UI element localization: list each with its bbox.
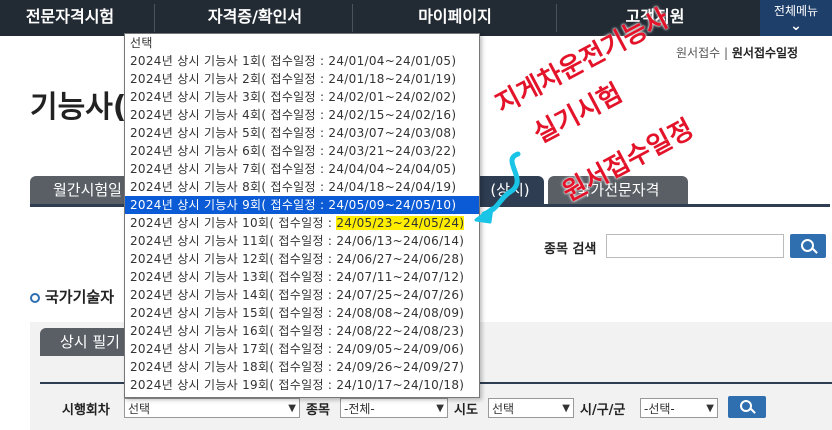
dropdown-option-text: 2024년 상시 기능사 14회( 접수일정 : 24/07/25~24/07/… [130,288,465,302]
nav-professional-exam[interactable]: 전문자격시험 [0,0,140,36]
page-title: 기능사( [30,90,127,125]
nav-divider [352,4,353,32]
chevron-down-icon: ▼ [288,403,296,414]
dropdown-option-text: 2024년 상시 기능사 1회( 접수일정 : 24/01/04~24/01/0… [130,54,457,68]
dropdown-option[interactable]: 2024년 상시 기능사 9회( 접수일정 : 24/05/09~24/05/1… [125,196,479,214]
dropdown-option-text: 2024년 상시 기능사 17회( 접수일정 : 24/09/05~24/09/… [130,342,465,356]
nav-certificate[interactable]: 자격증/확인서 [180,0,330,36]
province-select[interactable]: 선택 ▼ [488,398,574,418]
dropdown-option[interactable]: 2024년 상시 기능사 11회( 접수일정 : 24/06/13~24/06/… [125,232,479,250]
search-icon-handle [750,408,756,414]
all-menu-button[interactable]: 전체메뉴 ⌄ [760,0,832,36]
breadcrumb: 원서접수 | 원서접수일정 [676,44,798,61]
section-title-text: 국가기술자 [45,288,115,306]
breadcrumb-prev[interactable]: 원서접수 [676,46,720,60]
dropdown-option-text: 2024년 상시 기능사 12회( 접수일정 : 24/06/27~24/06/… [130,252,465,266]
nav-divider [556,4,557,32]
field-label: 종목 [306,403,330,418]
dropdown-option[interactable]: 선택 [125,34,479,52]
top-nav: 전문자격시험 자격증/확인서 마이페이지 고객지원 전체메뉴 ⌄ [0,0,832,36]
dropdown-option-text: 2024년 상시 기능사 19회( 접수일정 : 24/10/17~24/10/… [130,378,465,392]
dropdown-option[interactable]: 2024년 상시 기능사 4회( 접수일정 : 24/02/15~24/02/1… [125,106,479,124]
dropdown-option-text: 2024년 상시 기능사 13회( 접수일정 : 24/07/11~24/07/… [130,270,465,284]
filter-search-button[interactable] [728,396,766,418]
all-menu-label: 전체메뉴 [773,4,819,18]
dropdown-option[interactable]: 2024년 상시 기능사 15회( 접수일정 : 24/08/08~24/08/… [125,304,479,322]
dropdown-option[interactable]: 2024년 상시 기능사 2회( 접수일정 : 24/01/18~24/01/1… [125,70,479,88]
section-title: 국가기술자 [30,286,114,307]
breadcrumb-separator: | [724,46,732,60]
dropdown-option-text: 2024년 상시 기능사 8회( 접수일정 : 24/04/18~24/04/1… [130,180,457,194]
round-select[interactable]: 선택 ▼ [124,398,300,418]
dropdown-option-text: 2024년 상시 기능사 4회( 접수일정 : 24/02/15~24/02/1… [130,108,457,122]
search-icon-handle [812,248,818,254]
dropdown-option[interactable]: 2024년 상시 기능사 17회( 접수일정 : 24/09/05~24/09/… [125,340,479,358]
dropdown-option-text: 2024년 상시 기능사 2회( 접수일정 : 24/01/18~24/01/1… [130,72,457,86]
dropdown-option-text: 2024년 상시 기능사 9회( 접수일정 : 24/05/09~24/05/1… [130,198,457,212]
dropdown-option-text: 2024년 상시 기능사 5회( 접수일정 : 24/03/07~24/03/0… [130,126,457,140]
province-label: 시도 [454,403,478,418]
dropdown-option-text: 선택 [130,36,153,50]
dropdown-option[interactable]: 2024년 상시 기능사 16회( 접수일정 : 24/08/22~24/08/… [125,322,479,340]
breadcrumb-current: 원서접수일정 [731,46,799,60]
dropdown-option-text: 2024년 상시 기능사 7회( 접수일정 : 24/04/04~24/04/0… [130,162,457,176]
chevron-down-icon: ▼ [706,403,714,414]
dropdown-option[interactable]: 2024년 상시 기능사 7회( 접수일정 : 24/04/04~24/04/0… [125,160,479,178]
province-select-value: 선택 [492,402,515,416]
dropdown-option[interactable]: 2024년 상시 기능사 6회( 접수일정 : 24/03/21~24/03/2… [125,142,479,160]
district-select[interactable]: -선택- ▼ [640,398,718,418]
dropdown-option-highlight: 24/05/23~24/05/24) [336,216,465,230]
chevron-down-icon: ⌄ [790,18,802,34]
dropdown-option[interactable]: 2024년 상시 기능사 5회( 접수일정 : 24/03/07~24/03/0… [125,124,479,142]
annotation-arrow-icon [474,151,521,224]
dropdown-option-text: 2024년 상시 기능사 11회( 접수일정 : 24/06/13~24/06/… [130,234,465,248]
dropdown-option[interactable]: 2024년 상시 기능사 12회( 접수일정 : 24/06/27~24/06/… [125,250,479,268]
chevron-down-icon: ▼ [436,403,444,414]
nav-mypage[interactable]: 마이페이지 [380,0,530,36]
nav-divider [154,4,155,32]
dropdown-option[interactable]: 2024년 상시 기능사 8회( 접수일정 : 24/04/18~24/04/1… [125,178,479,196]
chevron-down-icon: ▼ [562,403,570,414]
dropdown-option-text: 2024년 상시 기능사 6회( 접수일정 : 24/03/21~24/03/2… [130,144,457,158]
round-select-value: 선택 [128,402,151,416]
district-label: 시/구/군 [580,403,626,418]
bullet-icon [30,292,40,303]
round-label: 시행회차 [62,403,110,418]
dropdown-option[interactable]: 2024년 상시 기능사 3회( 접수일정 : 24/02/01~24/02/0… [125,88,479,106]
dropdown-option-text: 2024년 상시 기능사 15회( 접수일정 : 24/08/08~24/08/… [130,306,465,320]
dropdown-option[interactable]: 2024년 상시 기능사 19회( 접수일정 : 24/10/17~24/10/… [125,376,479,394]
dropdown-option-text: 2024년 상시 기능사 16회( 접수일정 : 24/08/22~24/08/… [130,324,465,338]
dropdown-option-text: 2024년 상시 기능사 10회( 접수일정 : [130,216,337,230]
search-label: 종목 검색 [544,242,597,257]
district-select-value: -선택- [644,402,675,416]
field-select-value: -전체- [344,402,375,416]
dropdown-option[interactable]: 2024년 상시 기능사 18회( 접수일정 : 24/09/26~24/09/… [125,358,479,376]
dropdown-option-text: 2024년 상시 기능사 3회( 접수일정 : 24/02/01~24/02/0… [130,90,457,104]
search-input[interactable] [606,234,784,258]
dropdown-option-text: 2024년 상시 기능사 18회( 접수일정 : 24/09/26~24/09/… [130,360,465,374]
search-button[interactable] [790,234,826,258]
round-dropdown-list[interactable]: 선택 2024년 상시 기능사 1회( 접수일정 : 24/01/04~24/01… [124,33,480,398]
dropdown-option[interactable]: 2024년 상시 기능사 10회( 접수일정 : 24/05/23~24/05/… [125,214,479,232]
field-select[interactable]: -전체- ▼ [340,398,448,418]
dropdown-option[interactable]: 2024년 상시 기능사 13회( 접수일정 : 24/07/11~24/07/… [125,268,479,286]
dropdown-option[interactable]: 2024년 상시 기능사 1회( 접수일정 : 24/01/04~24/01/0… [125,52,479,70]
dropdown-option[interactable]: 2024년 상시 기능사 14회( 접수일정 : 24/07/25~24/07/… [125,286,479,304]
